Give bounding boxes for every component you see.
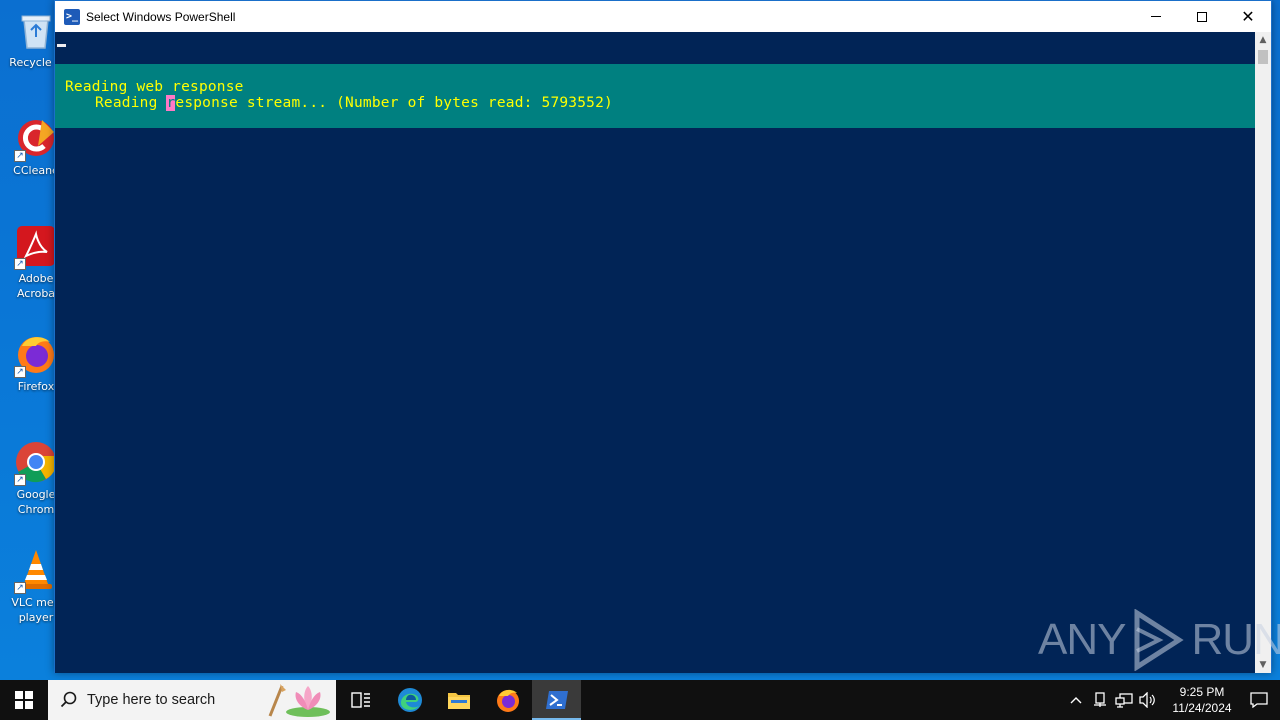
search-placeholder: Type here to search: [87, 692, 216, 708]
maximize-button[interactable]: [1179, 1, 1225, 32]
minimize-icon: [1151, 16, 1161, 17]
windows-logo-icon: [15, 691, 33, 709]
console-area[interactable]: Reading web response Reading response st…: [55, 32, 1256, 673]
window-controls: ✕: [1133, 1, 1271, 32]
edge-icon: [397, 688, 422, 712]
start-button[interactable]: [0, 680, 48, 720]
vertical-scrollbar[interactable]: ▲ ▼: [1255, 32, 1271, 673]
shortcut-arrow-icon: ↗: [14, 150, 26, 162]
close-icon: ✕: [1241, 7, 1255, 26]
search-highlight-lotus-icon: [268, 684, 330, 717]
notification-center-button[interactable]: [1238, 680, 1280, 720]
adobe-acrobat-icon: ↗: [14, 224, 58, 270]
task-view-button[interactable]: [336, 680, 385, 720]
notification-icon: [1250, 692, 1268, 708]
volume-icon[interactable]: [1136, 680, 1160, 720]
watermark-right-text: RUN: [1191, 615, 1280, 664]
chrome-icon: ↗: [14, 440, 58, 486]
tray-device-icon[interactable]: [1088, 680, 1112, 720]
tray-overflow-chevron-icon[interactable]: [1064, 680, 1088, 720]
firefox-icon: ↗: [14, 332, 58, 378]
taskbar: Type here to search 9:25 PM 11/24/2024: [0, 680, 1280, 720]
minimize-button[interactable]: [1133, 1, 1179, 32]
play-logo-icon: [1134, 609, 1185, 671]
progress-status-suffix: esponse stream... (Number of bytes read:…: [175, 95, 613, 111]
ccleaner-icon: ↗: [14, 116, 58, 162]
close-button[interactable]: ✕: [1225, 1, 1271, 32]
taskbar-powershell[interactable]: [532, 680, 581, 720]
progress-status: Reading response stream... (Number of by…: [95, 95, 613, 111]
file-explorer-icon: [447, 693, 470, 709]
powershell-icon: [545, 691, 568, 709]
shortcut-arrow-icon: ↗: [14, 474, 26, 486]
powershell-window[interactable]: >_ Select Windows PowerShell ✕ Reading w…: [54, 0, 1272, 673]
shortcut-arrow-icon: ↗: [14, 366, 26, 378]
scroll-up-arrow-icon[interactable]: ▲: [1255, 32, 1271, 48]
shortcut-arrow-icon: ↗: [14, 582, 26, 594]
firefox-icon: [496, 689, 519, 712]
recycle-bin-icon: [14, 8, 58, 52]
powershell-icon: >_: [64, 8, 80, 25]
network-icon[interactable]: [1112, 680, 1136, 720]
search-icon: [60, 691, 77, 708]
taskbar-clock[interactable]: 9:25 PM 11/24/2024: [1166, 684, 1238, 716]
taskbar-edge[interactable]: [385, 680, 434, 720]
window-title: Select Windows PowerShell: [86, 9, 236, 24]
task-view-icon: [350, 692, 370, 708]
anyrun-watermark: ANY RUN: [1038, 608, 1280, 672]
clock-time: 9:25 PM: [1179, 685, 1225, 699]
progress-status-prefix: Reading: [95, 95, 167, 111]
taskbar-file-explorer[interactable]: [434, 680, 483, 720]
progress-panel: Reading web response Reading response st…: [55, 64, 1256, 128]
system-tray: 9:25 PM 11/24/2024: [1064, 680, 1280, 720]
vlc-icon: ↗: [14, 548, 58, 594]
scrollbar-thumb[interactable]: [1258, 50, 1268, 64]
maximize-icon: [1197, 11, 1207, 22]
clock-date: 11/24/2024: [1172, 701, 1232, 715]
shortcut-arrow-icon: ↗: [14, 258, 26, 270]
window-titlebar[interactable]: >_ Select Windows PowerShell ✕: [55, 1, 1271, 32]
text-cursor: [57, 44, 66, 47]
taskbar-search-box[interactable]: Type here to search: [48, 680, 336, 720]
progress-activity: Reading web response: [65, 79, 244, 95]
watermark-left-text: ANY: [1038, 615, 1126, 664]
taskbar-firefox[interactable]: [483, 680, 532, 720]
